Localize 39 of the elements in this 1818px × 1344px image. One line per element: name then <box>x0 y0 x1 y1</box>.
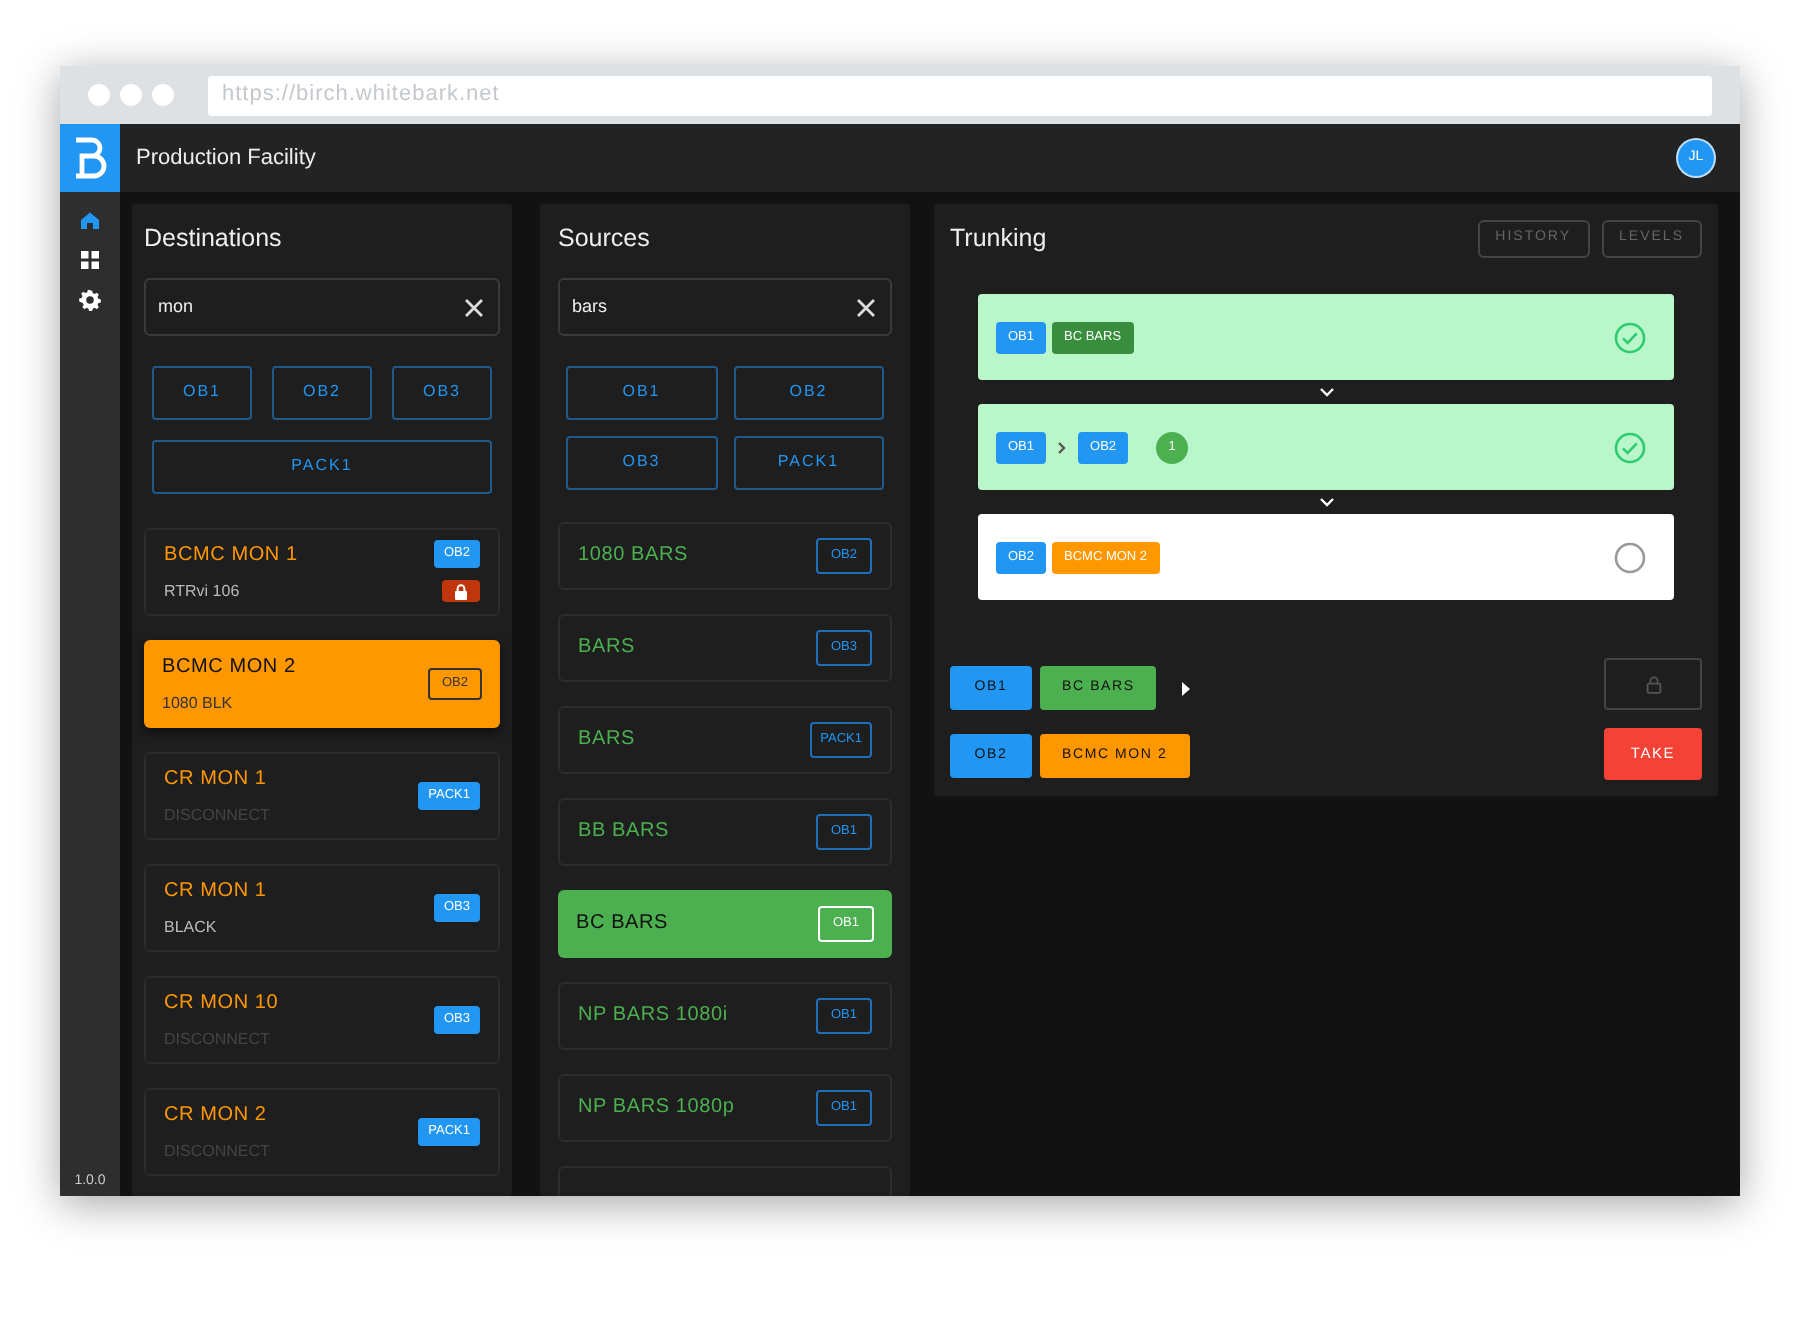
app-title: Production Facility <box>136 143 316 174</box>
filter-button[interactable]: OB3 <box>566 435 717 490</box>
grid-icon[interactable] <box>78 248 102 272</box>
panel-title: Sources <box>558 222 652 256</box>
destination-status: 1080 BLK <box>162 691 235 716</box>
lock-icon <box>1645 675 1661 693</box>
source-name: NP BARS 1080p <box>578 1094 737 1123</box>
source-name: BARS <box>578 634 637 663</box>
play-icon[interactable] <box>1182 681 1191 695</box>
filter-button[interactable]: OB1 <box>566 365 717 420</box>
chevron-right-icon <box>1058 441 1067 453</box>
settings-icon[interactable] <box>78 288 102 312</box>
search-field[interactable]: mon <box>144 277 500 336</box>
destination-name: BCMC MON 1 <box>164 541 300 570</box>
logo-icon <box>60 124 120 192</box>
filter-button[interactable]: OB2 <box>272 365 372 420</box>
source-name: BB BARS <box>578 818 671 847</box>
search-field[interactable]: bars <box>558 277 892 336</box>
filter-button[interactable]: PACK1 <box>733 435 884 490</box>
filter-button[interactable]: PACK1 <box>152 439 492 494</box>
filter-button[interactable]: OB2 <box>733 365 884 420</box>
destination-name: CR MON 1 <box>164 765 269 794</box>
filter-button[interactable]: OB3 <box>392 365 492 420</box>
destination-name: CR MON 1 <box>164 877 269 906</box>
panel-title: Trunking <box>950 222 1049 257</box>
filter-button[interactable]: OB1 <box>152 365 252 420</box>
destination-name: CR MON 10 <box>164 989 281 1018</box>
panel-title: Destinations <box>144 222 284 256</box>
destination-name: CR MON 2 <box>164 1101 269 1130</box>
source-name: NP BARS 1080i <box>578 1002 730 1031</box>
destination-status: BLACK <box>164 915 219 940</box>
source-name: BARS <box>578 726 637 755</box>
clear-icon[interactable] <box>856 297 876 318</box>
source-name: BC BARS <box>576 910 671 939</box>
source-name: 1080 BARS <box>578 542 690 571</box>
clear-icon[interactable] <box>464 297 484 318</box>
destination-name: BCMC MON 2 <box>162 653 298 682</box>
home-icon[interactable] <box>78 208 102 232</box>
destination-status: RTRvi 106 <box>164 579 242 604</box>
